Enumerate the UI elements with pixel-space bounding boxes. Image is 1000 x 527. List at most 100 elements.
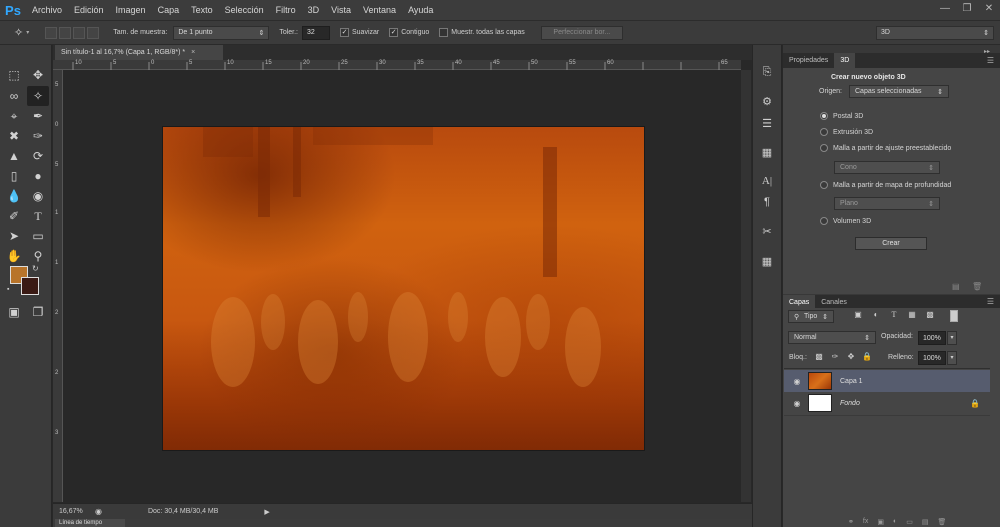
filter-adjustment-icon[interactable]: ◐	[870, 310, 882, 319]
dodge-tool-icon[interactable]: ◉	[27, 186, 49, 206]
menu-ventana[interactable]: Ventana	[357, 5, 402, 15]
option-extrusion-3d[interactable]: Extrusión 3D	[820, 128, 873, 136]
magic-wand-tool-icon[interactable]: ✧	[27, 86, 49, 106]
filter-toggle-icon[interactable]	[950, 310, 958, 322]
chevron-down-icon[interactable]: ▾	[947, 351, 957, 365]
origin-select[interactable]: Capas seleccionadas ⇕	[849, 85, 949, 98]
fill-input[interactable]: 100%	[918, 351, 946, 365]
document-tab[interactable]: Sin título-1 al 16,7% (Capa 1, RGB/8*) *…	[55, 45, 223, 60]
option-postal-3d[interactable]: Postal 3D	[820, 112, 863, 120]
minimize-icon[interactable]: —	[938, 3, 952, 15]
menu-texto[interactable]: Texto	[185, 5, 219, 15]
lock-all-icon[interactable]: 🔒	[861, 352, 873, 361]
restore-icon[interactable]: ❐	[960, 3, 974, 15]
eyedropper-tool-icon[interactable]: ✒	[27, 106, 49, 126]
default-colors-icon[interactable]: ▪	[7, 286, 9, 293]
option-mesh-from-depth-map[interactable]: Malla a partir de mapa de profundidad	[820, 181, 951, 189]
adjustments-panel-icon[interactable]: ☰	[756, 114, 778, 132]
panel-menu-icon[interactable]: ☰	[987, 295, 1000, 308]
vertical-scrollbar[interactable]	[741, 70, 751, 502]
menu-edicion[interactable]: Edición	[68, 5, 110, 15]
menu-3d[interactable]: 3D	[302, 5, 326, 15]
hand-tool-icon[interactable]: ✋	[3, 246, 25, 266]
quick-mask-icon[interactable]: ▣	[3, 302, 25, 322]
new-group-icon[interactable]: ▭	[906, 518, 913, 526]
create-button[interactable]: Crear	[855, 237, 927, 250]
close-tab-icon[interactable]: ×	[191, 49, 195, 56]
timeline-tab[interactable]: Línea de tiempo	[55, 519, 125, 527]
opacity-input[interactable]: 100%	[918, 331, 946, 345]
status-info-icon[interactable]: ◉	[95, 507, 102, 516]
history-brush-tool-icon[interactable]: ⟳	[27, 146, 49, 166]
layer-style-icon[interactable]: fx	[863, 518, 868, 526]
panel-footer-icon[interactable]: ▤	[952, 282, 960, 291]
background-color-swatch[interactable]	[21, 277, 39, 295]
subtract-from-selection-icon[interactable]	[73, 26, 86, 39]
antialias-checkbox[interactable]: ✓ Suavizar	[340, 28, 379, 37]
lock-pixels-icon[interactable]: ✑	[829, 352, 841, 361]
intersect-selection-icon[interactable]	[87, 26, 100, 39]
paragraph-panel-icon[interactable]: ¶	[756, 193, 778, 211]
option-volume-3d[interactable]: Volumen 3D	[820, 217, 871, 225]
option-mesh-from-preset[interactable]: Malla a partir de ajuste preestablecido	[820, 144, 951, 152]
sample-size-select[interactable]: De 1 punto ⇕	[173, 25, 270, 40]
sample-all-layers-checkbox[interactable]: Muestr. todas las capas	[439, 28, 525, 37]
workspace-select[interactable]: 3D ⇕	[876, 25, 994, 40]
tolerance-input[interactable]: 32	[302, 25, 330, 40]
type-tool-icon[interactable]: T	[27, 206, 49, 226]
crop-tool-icon[interactable]: ⌖	[3, 106, 25, 126]
magic-wand-preset-picker[interactable]: ✧ ▾	[14, 26, 29, 39]
layer-row-capa-1[interactable]: ◉ Capa 1	[784, 370, 990, 392]
eraser-tool-icon[interactable]: ▯	[3, 166, 25, 186]
blur-tool-icon[interactable]: 💧	[3, 186, 25, 206]
zoom-tool-icon[interactable]: ⚲	[27, 246, 49, 266]
path-selection-tool-icon[interactable]: ➤	[3, 226, 25, 246]
visibility-eye-icon[interactable]: ◉	[790, 377, 804, 386]
blend-mode-select[interactable]: Normal ⇕	[788, 331, 876, 344]
link-layers-icon[interactable]: ⚭	[848, 518, 854, 526]
menu-seleccion[interactable]: Selección	[219, 5, 270, 15]
delete-layer-icon[interactable]: 🗑	[937, 518, 946, 526]
rectangle-tool-icon[interactable]: ▭	[27, 226, 49, 246]
menu-imagen[interactable]: Imagen	[110, 5, 152, 15]
close-icon[interactable]: ✕	[982, 3, 996, 15]
swap-colors-icon[interactable]: ↻	[32, 264, 39, 273]
visibility-eye-icon[interactable]: ◉	[790, 399, 804, 408]
history-panel-icon[interactable]: ⎘	[756, 63, 778, 81]
trash-icon[interactable]: 🗑	[972, 282, 982, 291]
preset-select[interactable]: Cono ⇕	[834, 161, 940, 174]
filter-shape-icon[interactable]: ▦	[906, 310, 918, 319]
paint-bucket-tool-icon[interactable]: ●	[27, 166, 49, 186]
layer-row-fondo[interactable]: ◉ Fondo 🔒	[784, 392, 990, 414]
tab-3d[interactable]: 3D	[834, 53, 856, 68]
menu-ayuda[interactable]: Ayuda	[402, 5, 439, 15]
pen-tool-icon[interactable]: ✐	[3, 206, 25, 226]
status-menu-arrow-icon[interactable]: ▶	[264, 508, 269, 516]
panel-menu-icon[interactable]: ☰	[987, 53, 1000, 68]
styles-panel-icon[interactable]: ▦	[756, 143, 778, 161]
zoom-level[interactable]: 16,67%	[59, 508, 89, 515]
screen-mode-icon[interactable]: ❐	[27, 302, 49, 322]
filter-type-icon[interactable]: T	[888, 310, 900, 319]
canvas-image[interactable]	[162, 126, 645, 451]
brush-tool-icon[interactable]: ✑	[27, 126, 49, 146]
refine-edge-button[interactable]: Perfeccionar bor...	[540, 25, 623, 40]
tool-presets-icon[interactable]: ✂	[756, 222, 778, 240]
new-layer-icon[interactable]: ▤	[922, 518, 929, 526]
contiguous-checkbox[interactable]: ✓ Contiguo	[389, 28, 429, 37]
new-selection-icon[interactable]	[45, 26, 58, 39]
add-mask-icon[interactable]: ▣	[877, 518, 884, 526]
chevron-down-icon[interactable]: ▾	[947, 331, 957, 345]
filter-pixel-icon[interactable]: ▣	[852, 310, 864, 319]
marquee-tool-icon[interactable]: ⬚	[3, 65, 25, 85]
swatches-panel-icon[interactable]: ▦	[756, 252, 778, 270]
menu-vista[interactable]: Vista	[325, 5, 357, 15]
clone-stamp-tool-icon[interactable]: ▲	[3, 146, 25, 166]
depth-map-select[interactable]: Plano ⇕	[834, 197, 940, 210]
menu-filtro[interactable]: Filtro	[270, 5, 302, 15]
lasso-tool-icon[interactable]: ∞	[3, 86, 25, 106]
menu-capa[interactable]: Capa	[152, 5, 186, 15]
move-tool-icon[interactable]: ✥	[27, 65, 49, 85]
menu-archivo[interactable]: Archivo	[26, 5, 68, 15]
tab-propiedades[interactable]: Propiedades	[783, 53, 834, 68]
